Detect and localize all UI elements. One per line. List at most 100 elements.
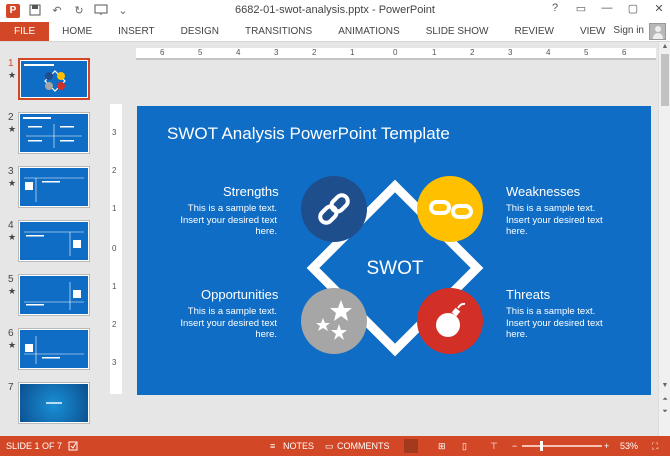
powerpoint-icon[interactable]: P [6, 4, 20, 18]
reading-view-icon[interactable]: ▯ [462, 441, 467, 452]
text-line: here. [255, 329, 277, 340]
swot-center-label[interactable]: SWOT [355, 258, 435, 280]
slide-thumbnail[interactable]: 4 ★ [0, 220, 96, 266]
sign-in-link[interactable]: Sign in [613, 25, 644, 36]
slide-canvas[interactable]: SWOT Analysis PowerPoint Template SWOT S… [137, 106, 651, 395]
text-line: here. [255, 226, 277, 237]
ruler-label: 3 [112, 358, 117, 367]
strengths-text[interactable]: This is a sample text. Insert your desir… [157, 203, 277, 238]
ribbon-tabs: FILE HOME INSERT DESIGN TRANSITIONS ANIM… [0, 22, 670, 42]
slide-thumbnail[interactable]: 5 ★ [0, 274, 96, 320]
powerpoint-window: P ↶ ↻ ⌄ 6682-01-swot-analysis.pptx - Pow… [0, 0, 670, 456]
ribbon-display-icon[interactable]: ▭ [574, 2, 588, 15]
ruler-label: 3 [274, 48, 279, 57]
slide-sorter-icon[interactable]: ⊞ [438, 441, 446, 452]
title-bar: P ↶ ↻ ⌄ 6682-01-swot-analysis.pptx - Pow… [0, 0, 670, 22]
slide-counter: SLIDE 1 OF 7 [6, 441, 63, 451]
notes-icon[interactable]: ≡ [270, 441, 275, 451]
slide-show-icon[interactable]: ⊤ [490, 441, 498, 452]
thumbnail-image[interactable] [18, 328, 90, 370]
thumbnail-preview [20, 114, 88, 152]
redo-icon[interactable]: ↻ [72, 4, 86, 18]
zoom-slider-thumb[interactable] [540, 441, 543, 451]
weaknesses-text[interactable]: This is a sample text. Insert your desir… [506, 203, 626, 238]
thumbnail-preview [20, 222, 88, 260]
thumbnail-preview [20, 384, 88, 422]
thumbnail-image[interactable] [18, 112, 90, 154]
ruler-label: 3 [508, 48, 513, 57]
zoom-level[interactable]: 53% [620, 441, 638, 451]
thumbnail-image[interactable] [18, 382, 90, 424]
scroll-down-icon[interactable]: ▼ [659, 382, 670, 389]
slide-number: 7 [8, 382, 14, 393]
threats-heading[interactable]: Threats [506, 287, 550, 302]
thumbnail-image[interactable] [18, 166, 90, 208]
ruler-label: 5 [198, 48, 203, 57]
animation-star-icon: ★ [8, 124, 17, 134]
tab-transitions[interactable]: TRANSITIONS [232, 22, 325, 41]
link-icon [318, 193, 350, 225]
slide-thumbnail[interactable]: 7 [0, 382, 96, 428]
fit-slide-icon[interactable]: ⛶ [652, 441, 658, 452]
save-icon[interactable] [28, 4, 42, 18]
ruler-label: 0 [393, 48, 398, 57]
ruler-label: 1 [112, 204, 117, 213]
comments-icon[interactable]: ▭ [325, 441, 334, 452]
thumbnail-image[interactable] [18, 274, 90, 316]
slide-thumbnail[interactable]: 6 ★ [0, 328, 96, 374]
strengths-heading[interactable]: Strengths [223, 184, 279, 199]
horizontal-ruler: 6 5 4 3 2 1 0 1 2 3 4 5 6 [136, 48, 656, 60]
opportunities-text[interactable]: This is a sample text. Insert your desir… [157, 306, 277, 341]
tab-design[interactable]: DESIGN [168, 22, 232, 41]
vertical-scrollbar[interactable]: ▲ ▼ ⏶ ⏷ [658, 42, 670, 436]
tab-animations[interactable]: ANIMATIONS [325, 22, 412, 41]
slide-thumbnail[interactable]: 1 ★ [0, 58, 96, 104]
next-slide-icon[interactable]: ⏷ [659, 408, 670, 416]
weaknesses-circle [417, 176, 483, 242]
tab-slide-show[interactable]: SLIDE SHOW [413, 22, 502, 41]
customize-icon[interactable]: ⌄ [116, 4, 130, 18]
strengths-circle [301, 176, 367, 242]
zoom-in-icon[interactable]: + [604, 441, 609, 451]
zoom-out-icon[interactable]: − [512, 441, 517, 451]
slide-thumbnail[interactable]: 3 ★ [0, 166, 96, 212]
animation-star-icon: ★ [8, 178, 17, 188]
text-line: Insert your desired text [180, 317, 277, 329]
animation-star-icon: ★ [8, 70, 17, 80]
vertical-ruler: 3 2 1 0 1 2 3 [110, 104, 122, 394]
zoom-slider[interactable] [522, 445, 602, 447]
text-line: This is a sample text. [506, 306, 596, 317]
opportunities-heading[interactable]: Opportunities [201, 287, 278, 302]
notes-button[interactable]: NOTES [283, 441, 314, 451]
slide-thumbnail[interactable]: 2 ★ [0, 112, 96, 158]
scroll-up-icon[interactable]: ▲ [659, 43, 670, 50]
thumbnail-preview [20, 168, 88, 206]
tab-file[interactable]: FILE [0, 22, 50, 41]
previous-slide-icon[interactable]: ⏶ [659, 396, 670, 404]
weaknesses-heading[interactable]: Weaknesses [506, 184, 580, 199]
tab-review[interactable]: REVIEW [501, 22, 566, 41]
comments-button[interactable]: COMMENTS [337, 441, 390, 451]
text-line: This is a sample text. [187, 203, 277, 214]
ruler-label: 1 [112, 282, 117, 291]
close-icon[interactable]: ✕ [652, 2, 666, 15]
undo-icon[interactable]: ↶ [50, 4, 64, 18]
avatar[interactable] [649, 23, 666, 40]
tab-insert[interactable]: INSERT [105, 22, 168, 41]
minimize-icon[interactable]: — [600, 2, 614, 15]
threats-text[interactable]: This is a sample text. Insert your desir… [506, 306, 626, 341]
bomb-icon [436, 302, 466, 337]
tab-home[interactable]: HOME [49, 22, 105, 41]
normal-view-icon[interactable] [404, 439, 418, 453]
animation-star-icon: ★ [8, 286, 17, 296]
ruler-label: 6 [622, 48, 627, 57]
present-icon[interactable] [94, 4, 108, 18]
scrollbar-thumb[interactable] [661, 54, 669, 106]
thumbnail-image[interactable] [18, 58, 90, 100]
tab-view[interactable]: VIEW [567, 22, 619, 41]
threats-circle [417, 288, 483, 354]
spelling-icon[interactable] [68, 441, 78, 453]
help-icon[interactable]: ? [548, 2, 562, 15]
maximize-icon[interactable]: ▢ [626, 2, 640, 15]
thumbnail-image[interactable] [18, 220, 90, 262]
